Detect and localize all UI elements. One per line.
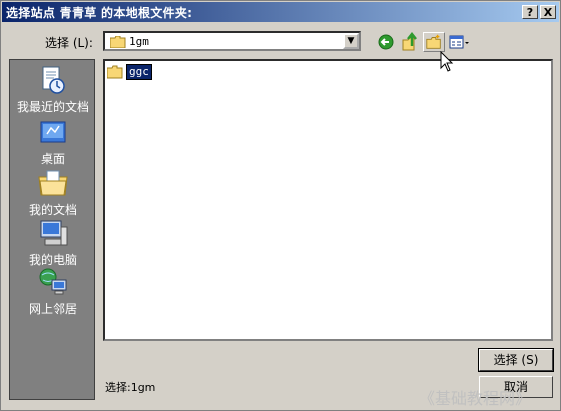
mouse-cursor-icon (440, 51, 454, 72)
lookin-value: 1gm (129, 35, 149, 48)
new-folder-icon[interactable] (423, 32, 445, 52)
back-arrow-icon[interactable] (375, 32, 397, 52)
desktop-icon (40, 121, 66, 143)
folder-icon (110, 36, 126, 48)
selection-text: 选择:1gm (105, 381, 156, 394)
help-button[interactable]: ? (522, 5, 538, 19)
my-documents-icon (38, 170, 68, 196)
title-bar[interactable]: 选择站点 青青草 的本地根文件夹: ? X (2, 2, 559, 22)
watermark: 《基础教程网》 (419, 389, 532, 408)
place-desktop[interactable]: 桌面 (10, 116, 96, 167)
file-list[interactable]: ggc (103, 59, 553, 341)
dialog-window: 选择站点 青青草 的本地根文件夹: ? X 选择 (L): 1gm ▼ 我最近的… (0, 0, 561, 411)
lookin-dropdown[interactable]: 1gm ▼ (103, 31, 361, 51)
place-recent[interactable]: 我最近的文档 (10, 64, 96, 115)
place-label: 网上邻居 (28, 302, 77, 316)
place-network[interactable]: 网上邻居 (10, 266, 96, 317)
place-label: 我最近的文档 (16, 100, 89, 114)
close-button[interactable]: X (540, 5, 556, 19)
places-bar: 我最近的文档 桌面 我的文档 我的电脑 网上邻居 (9, 59, 95, 400)
place-label: 桌面 (40, 152, 65, 166)
place-my-documents[interactable]: 我的文档 (10, 167, 96, 218)
my-computer-icon (40, 220, 68, 246)
file-name[interactable]: ggc (126, 64, 152, 80)
chevron-down-icon[interactable]: ▼ (343, 33, 359, 49)
place-my-computer[interactable]: 我的电脑 (10, 217, 96, 268)
folder-icon (107, 65, 123, 79)
network-places-icon (39, 268, 67, 295)
lookin-label: 选择 (L): (45, 36, 93, 50)
up-folder-icon[interactable] (400, 32, 422, 52)
select-button[interactable]: 选择 (S) (478, 348, 554, 372)
dialog-title: 选择站点 青青草 的本地根文件夹: (6, 6, 193, 20)
recent-documents-icon (42, 66, 65, 94)
place-label: 我的文档 (28, 203, 77, 217)
views-menu-icon[interactable] (448, 32, 470, 52)
